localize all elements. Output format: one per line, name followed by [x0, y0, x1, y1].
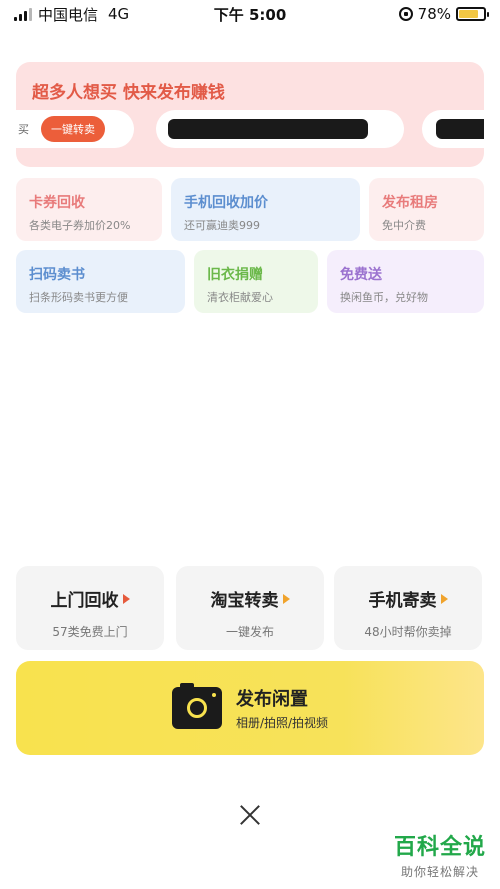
publish-idle-button[interactable]: 发布闲置 相册/拍照/拍视频 — [16, 661, 484, 755]
battery-icon — [456, 7, 489, 21]
service-card-free-giveaway[interactable]: 免费送 换闲鱼币，兑好物 — [327, 250, 484, 313]
action-title: 淘宝转卖 — [210, 591, 279, 611]
service-card-scan-book[interactable]: 扫码卖书 扫条形码卖书更方便 — [16, 250, 185, 313]
publish-subtitle: 相册/拍照/拍视频 — [235, 716, 329, 730]
promo-item[interactable]: 买 一键转卖 — [16, 110, 134, 148]
service-card-coupon-recycle[interactable]: 卡券回收 各类电子券加价20% — [16, 178, 162, 241]
rotation-lock-icon — [398, 7, 413, 21]
promo-banner[interactable]: 超多人想买 快来发布赚钱 买 一键转卖 — [16, 62, 484, 167]
service-card-phone-recycle[interactable]: 手机回收加价 还可赢迪奥999 — [171, 178, 360, 241]
service-card-rent[interactable]: 发布租房 免中介费 — [369, 178, 484, 241]
watermark-title: 百科全说 — [393, 835, 486, 860]
promo-item-text: 买 — [18, 123, 29, 136]
action-subtitle: 48小时帮你卖掉 — [364, 625, 452, 639]
close-icon[interactable] — [235, 800, 265, 830]
action-card-phone-consign[interactable]: 手机寄卖 48小时帮你卖掉 — [334, 566, 482, 650]
carrier-name: 中国电信 — [38, 5, 99, 24]
watermark-subtitle: 助你轻松解决 — [400, 865, 479, 879]
redacted-content — [168, 119, 368, 139]
service-subtitle: 免中介费 — [382, 219, 426, 232]
redacted-content — [436, 119, 484, 139]
service-subtitle: 换闲鱼币，兑好物 — [340, 291, 428, 304]
action-subtitle: 57类免费上门 — [52, 625, 128, 639]
battery-fill — [459, 10, 478, 18]
promo-item-redacted[interactable] — [422, 110, 484, 148]
service-title: 扫码卖书 — [29, 267, 85, 283]
action-title-wrap: 上门回收 — [51, 586, 130, 611]
arrow-right-icon — [440, 593, 448, 604]
battery-percent: 78% — [417, 5, 451, 23]
camera-icon — [171, 683, 222, 729]
service-subtitle: 清衣柜献爱心 — [207, 291, 273, 304]
arrow-right-icon — [122, 593, 130, 604]
action-title-wrap: 淘宝转卖 — [211, 586, 290, 611]
action-title: 手机寄卖 — [368, 591, 437, 611]
service-subtitle: 还可赢迪奥999 — [184, 219, 260, 232]
service-title: 手机回收加价 — [184, 195, 268, 211]
signal-icon — [14, 7, 32, 21]
service-subtitle: 各类电子券加价20% — [29, 219, 131, 232]
watermark-logo: 百科全说 助你轻松解决 — [394, 829, 486, 880]
service-subtitle: 扫条形码卖书更方便 — [29, 291, 128, 304]
action-card-taobao-resell[interactable]: 淘宝转卖 一键发布 — [176, 566, 324, 650]
action-card-door-recycle[interactable]: 上门回收 57类免费上门 — [16, 566, 164, 650]
arrow-right-icon — [282, 593, 290, 604]
resell-button[interactable]: 一键转卖 — [41, 116, 105, 142]
action-subtitle: 一键发布 — [225, 625, 274, 639]
publish-title: 发布闲置 — [235, 689, 308, 710]
service-title: 卡券回收 — [29, 195, 85, 211]
promo-item-redacted[interactable] — [156, 110, 404, 148]
action-title: 上门回收 — [50, 591, 119, 611]
promo-carousel[interactable]: 买 一键转卖 — [16, 110, 484, 150]
service-title: 免费送 — [340, 267, 382, 283]
promo-title: 超多人想买 快来发布赚钱 — [32, 83, 225, 103]
status-bar: 中国电信 4G 下午 5:00 78% — [0, 0, 500, 28]
service-title: 旧衣捐赠 — [207, 267, 263, 283]
network-type: 4G — [108, 5, 130, 23]
service-title: 发布租房 — [382, 195, 438, 211]
action-title-wrap: 手机寄卖 — [369, 586, 448, 611]
service-card-clothes-donation[interactable]: 旧衣捐赠 清衣柜献爱心 — [194, 250, 318, 313]
